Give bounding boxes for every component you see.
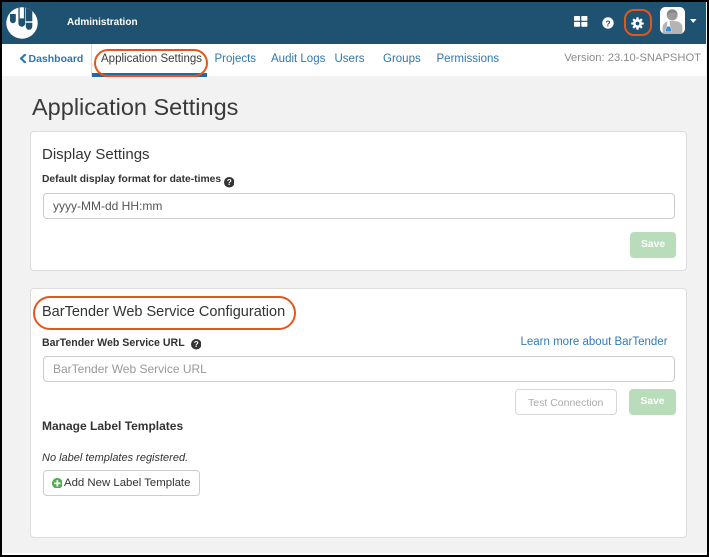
svg-text:?: ? [226,179,231,188]
svg-text:?: ? [193,340,198,349]
svg-text:?: ? [605,18,610,28]
